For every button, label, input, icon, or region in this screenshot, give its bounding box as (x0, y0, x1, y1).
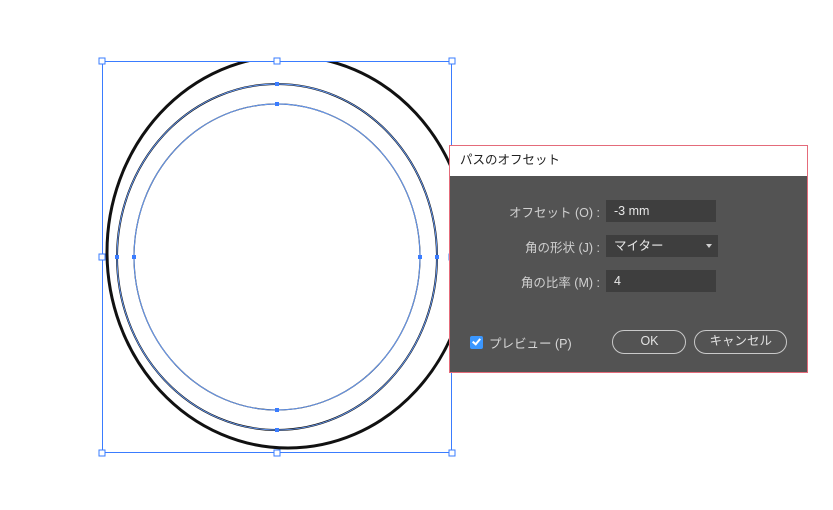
selection-bounding-box[interactable] (102, 61, 452, 453)
miter-label: 角の比率 (M) : (470, 272, 606, 291)
chevron-down-icon (706, 244, 712, 248)
joins-select-value: マイター (614, 239, 664, 253)
offset-path-dialog: パスのオフセット オフセット (O) : -3 mm 角の形状 (J) : マイ… (449, 145, 808, 373)
canvas-area: パスのオフセット オフセット (O) : -3 mm 角の形状 (J) : マイ… (0, 0, 833, 510)
offset-label: オフセット (O) : (470, 202, 606, 221)
dialog-title: パスのオフセット (450, 146, 807, 176)
handle-tm[interactable] (274, 58, 281, 65)
miter-input[interactable]: 4 (606, 270, 716, 292)
joins-label: 角の形状 (J) : (470, 237, 606, 256)
handle-bl[interactable] (99, 450, 106, 457)
handle-tr[interactable] (449, 58, 456, 65)
handle-ml[interactable] (99, 254, 106, 261)
joins-select[interactable]: マイター (606, 235, 718, 257)
handle-tl[interactable] (99, 58, 106, 65)
handle-br[interactable] (449, 450, 456, 457)
preview-label: プレビュー (P) (489, 333, 572, 352)
cancel-button[interactable]: キャンセル (694, 330, 787, 354)
preview-checkbox[interactable]: プレビュー (P) (470, 333, 604, 352)
check-icon (470, 336, 483, 349)
dialog-title-text: パスのオフセット (460, 153, 560, 167)
handle-bm[interactable] (274, 450, 281, 457)
offset-input[interactable]: -3 mm (606, 200, 716, 222)
ok-button[interactable]: OK (612, 330, 686, 354)
